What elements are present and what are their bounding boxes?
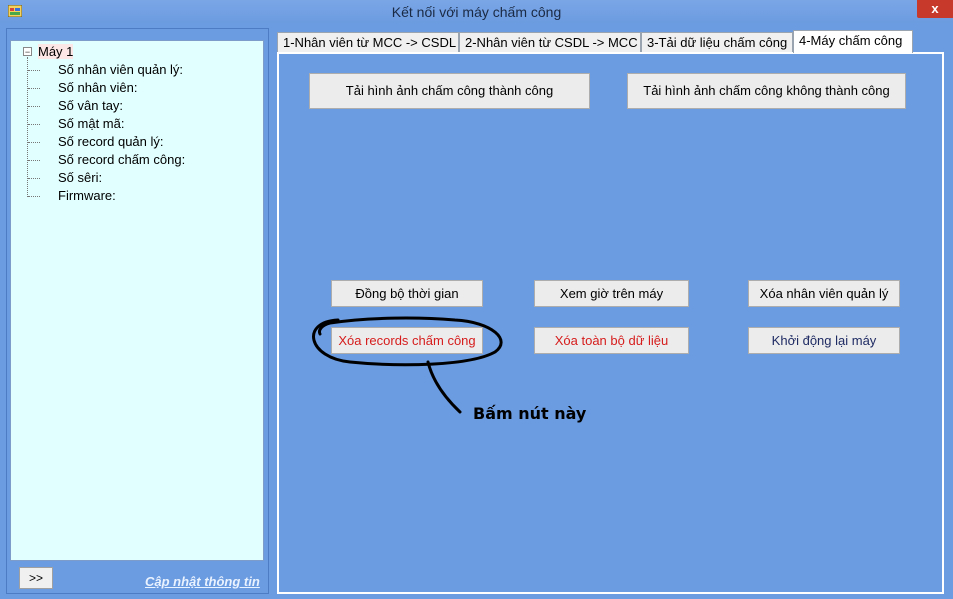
- expand-button[interactable]: >>: [19, 567, 53, 589]
- window-title: Kết nối với máy chấm công: [391, 4, 562, 20]
- download-images-fail-button[interactable]: Tải hình ảnh chấm công không thành công: [627, 73, 906, 109]
- tree-collapse-toggle[interactable]: −: [23, 47, 32, 57]
- tree-item-serial[interactable]: Số sêri:: [28, 169, 248, 187]
- tab-panel-attendance-machine: [277, 52, 944, 594]
- tab-strip: 1-Nhân viên từ MCC -> CSDL 2-Nhân viên t…: [277, 30, 947, 53]
- device-tree[interactable]: − Máy 1 Số nhân viên quản lý: Số nhân vi…: [10, 40, 264, 561]
- tree-item-label: Firmware:: [58, 188, 116, 203]
- sync-time-button[interactable]: Đồng bộ thời gian: [331, 280, 483, 307]
- update-info-link[interactable]: Cập nhật thông tin: [145, 574, 260, 589]
- tree-item-employee-count[interactable]: Số nhân viên:: [28, 79, 248, 97]
- tab-download-attendance[interactable]: 3-Tải dữ liệu chấm công: [641, 32, 793, 52]
- annotation-label: Bấm nút này: [473, 404, 587, 423]
- download-images-success-button[interactable]: Tải hình ảnh chấm công thành công: [309, 73, 590, 109]
- delete-all-data-button[interactable]: Xóa toàn bộ dữ liệu: [534, 327, 689, 354]
- restart-machine-button[interactable]: Khởi động lại máy: [748, 327, 900, 354]
- tab-attendance-machine[interactable]: 4-Máy chấm công: [793, 30, 913, 53]
- tree-item-fingerprint-count[interactable]: Số vân tay:: [28, 97, 248, 115]
- tree-item-admin-count[interactable]: Số nhân viên quản lý:: [28, 61, 248, 79]
- tree-item-label: Số nhân viên:: [58, 80, 138, 95]
- tree-item-label: Số record chấm công:: [58, 152, 186, 167]
- tree-item-label: Số sêri:: [58, 170, 103, 185]
- close-button[interactable]: x: [917, 0, 953, 18]
- tree-item-admin-record-count[interactable]: Số record quản lý:: [28, 133, 248, 151]
- tab-employees-mcc-to-db[interactable]: 1-Nhân viên từ MCC -> CSDL: [277, 32, 459, 52]
- delete-admin-button[interactable]: Xóa nhân viên quản lý: [748, 280, 900, 307]
- tree-item-label: Số mật mã:: [58, 116, 125, 131]
- delete-attendance-records-button[interactable]: Xóa records chấm công: [331, 327, 483, 354]
- tree-item-attendance-record-count[interactable]: Số record chấm công:: [28, 151, 248, 169]
- title-bar: Kết nối với máy chấm công x: [0, 0, 953, 24]
- tree-item-firmware[interactable]: Firmware:: [28, 187, 248, 205]
- tree-item-label: Số nhân viên quản lý:: [58, 62, 184, 77]
- tree-root-device[interactable]: Máy 1: [38, 44, 74, 59]
- view-machine-time-button[interactable]: Xem giờ trên máy: [534, 280, 689, 307]
- tree-item-label: Số record quản lý:: [58, 134, 164, 149]
- tree-item-label: Số vân tay:: [58, 98, 124, 113]
- tree-item-password-count[interactable]: Số mật mã:: [28, 115, 248, 133]
- tab-employees-db-to-mcc[interactable]: 2-Nhân viên từ CSDL -> MCC: [459, 32, 641, 52]
